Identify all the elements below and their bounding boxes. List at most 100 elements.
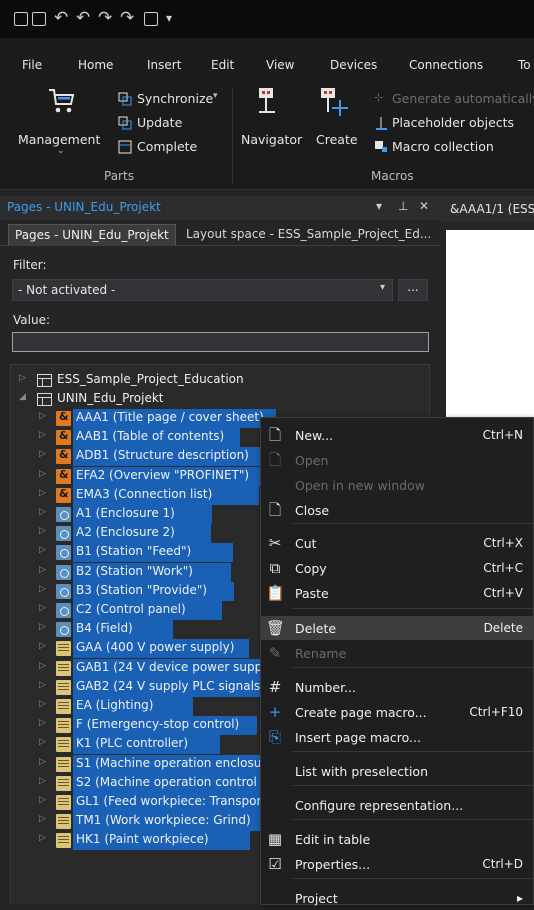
create-macro-button[interactable]: Create (310, 86, 360, 148)
synchronize-dropdown-icon[interactable]: ▾ (213, 91, 218, 101)
menu-view[interactable]: View (266, 58, 294, 72)
update-icon (118, 116, 132, 130)
tree-root-label: ESS_Sample_Project_Education (57, 372, 244, 386)
pin-icon[interactable]: ⊥ (398, 199, 408, 213)
expand-icon[interactable]: ▷ (39, 833, 46, 843)
menu-item-close[interactable]: 🗋 Close (261, 498, 534, 522)
navigator-button[interactable]: Navigator (238, 86, 302, 148)
page-label: EFA2 (Overview "PROFINET") (76, 467, 250, 482)
document-tab[interactable]: &AAA1/1 (ESS (440, 196, 534, 222)
filter-select[interactable]: - Not activated - ▾ (12, 279, 393, 301)
selection-highlight: GAB1 (24 V device power supp (73, 658, 283, 678)
menu-edit[interactable]: Edit (211, 58, 234, 72)
expand-icon[interactable]: ▷ (39, 545, 46, 555)
menu-home[interactable]: Home (78, 58, 113, 72)
filter-more-button[interactable]: ... (398, 279, 428, 301)
tree-root-ess[interactable]: ▷ ESS_Sample_Project_Education (11, 371, 429, 390)
expand-icon[interactable]: ▷ (39, 757, 46, 767)
menu-item-copy[interactable]: ⧉ Copy Ctrl+C (261, 556, 534, 580)
menu-item-insert-page-macro[interactable]: ⎘ Insert page macro... (261, 725, 534, 749)
expand-icon[interactable]: ▷ (39, 737, 46, 747)
page-type-icon (56, 756, 71, 772)
expand-icon[interactable]: ▷ (39, 603, 46, 613)
menu-item-cut[interactable]: ✂ Cut Ctrl+X (261, 531, 534, 555)
value-label: Value: (13, 313, 50, 327)
quick-access-toolbar: ↶ ↶ ↷ ↷ ▾ (0, 0, 534, 38)
undo-icon[interactable]: ↶ (54, 7, 68, 29)
menu-item-delete[interactable]: 🗑 Delete Delete (261, 616, 534, 640)
tree-root-unin[interactable]: ◢ UNIN_Edu_Projekt (11, 390, 429, 409)
open-page-icon[interactable] (32, 12, 46, 26)
page-type-icon (56, 507, 71, 522)
expand-icon[interactable]: ▷ (39, 584, 46, 594)
expand-icon[interactable]: ▷ (39, 469, 46, 479)
tab-layout-space[interactable]: Layout space - ESS_Sample_Project_Ed... (180, 224, 437, 246)
management-button[interactable]: Management ⌄ (18, 86, 108, 166)
generate-icon: ⊹ (374, 91, 384, 104)
customize-arrow-icon[interactable]: ▾ (166, 7, 172, 29)
menu-connections[interactable]: Connections (409, 58, 483, 72)
expand-icon[interactable]: ▷ (39, 622, 46, 632)
expand-icon[interactable]: ▷ (39, 526, 46, 536)
expand-icon[interactable]: ▷ (39, 699, 46, 709)
expand-icon[interactable]: ▷ (39, 776, 46, 786)
menu-item-number[interactable]: # Number... (261, 675, 534, 699)
selection-highlight: K1 (PLC controller) (73, 735, 220, 755)
copy-icon: ⧉ (269, 559, 281, 577)
expand-icon[interactable]: ▷ (39, 488, 46, 498)
page-label: GAA (400 V power supply) (76, 640, 235, 655)
undo-step-icon[interactable]: ↶ (76, 7, 90, 29)
page-label: F (Emergency-stop control) (76, 717, 240, 732)
page-type-icon (56, 564, 71, 580)
placeholder-objects-button[interactable]: Placeholder objects (392, 115, 514, 130)
menu-item-shortcut: Ctrl+N (482, 428, 523, 442)
macro-collection-button[interactable]: Macro collection (392, 139, 494, 154)
close-icon[interactable]: ✕ (419, 199, 429, 213)
update-button[interactable]: Update (137, 115, 182, 130)
expand-icon[interactable]: ▷ (19, 373, 26, 383)
new-page-icon[interactable] (14, 12, 28, 26)
format-icon[interactable] (144, 12, 158, 26)
expand-icon[interactable]: ▷ (39, 565, 46, 575)
expand-icon[interactable]: ▷ (39, 430, 46, 440)
synchronize-button[interactable]: Synchronize (137, 91, 213, 106)
ribbon: Management ⌄ Synchronize ▾ Update Comple… (0, 82, 534, 190)
complete-button[interactable]: Complete (137, 139, 197, 154)
menu-item-properties[interactable]: ☑ Properties... Ctrl+D (261, 852, 534, 876)
menu-insert[interactable]: Insert (147, 58, 181, 72)
menu-item-configure-representation[interactable]: Configure representation... (261, 793, 534, 817)
page-type-icon (56, 660, 71, 676)
menu-item-project[interactable]: Project ▸ (261, 886, 534, 910)
expand-icon[interactable]: ▷ (39, 795, 46, 805)
menu-devices[interactable]: Devices (330, 58, 377, 72)
menu-item-new[interactable]: 🗋 New... Ctrl+N (261, 423, 534, 447)
expand-icon[interactable]: ▷ (39, 507, 46, 517)
menu-item-open: 🗋 Open (261, 448, 534, 472)
expand-icon[interactable]: ▷ (39, 641, 46, 651)
tab-pages[interactable]: Pages - UNIN_Edu_Projekt (8, 224, 176, 246)
collapse-icon[interactable]: ◢ (19, 392, 26, 402)
redo-icon[interactable]: ↷ (98, 7, 112, 29)
submenu-arrow-icon: ▸ (516, 891, 523, 905)
menu-item-paste[interactable]: 📋 Paste Ctrl+V (261, 581, 534, 605)
page-label: GL1 (Feed workpiece: Transpor (76, 794, 262, 808)
expand-icon[interactable]: ▷ (39, 718, 46, 728)
expand-icon[interactable]: ▷ (39, 661, 46, 671)
menu-item-create-page-macro[interactable]: + Create page macro... Ctrl+F10 (261, 700, 534, 724)
generate-automatically-button[interactable]: Generate automatically (392, 91, 534, 106)
panel-dropdown-icon[interactable]: ▾ (376, 199, 382, 213)
expand-icon[interactable]: ▷ (39, 411, 46, 421)
redo-step-icon[interactable]: ↷ (120, 7, 134, 29)
menu-item-edit-in-table[interactable]: ▦ Edit in table (261, 827, 534, 851)
page-label: ADB1 (Structure description) (76, 448, 249, 463)
expand-icon[interactable]: ▷ (39, 449, 46, 459)
menu-tools[interactable]: To (518, 58, 531, 72)
menu-item-list-with-preselection[interactable]: List with preselection (261, 759, 534, 783)
expand-icon[interactable]: ▷ (39, 814, 46, 824)
value-input[interactable] (12, 332, 429, 352)
menu-file[interactable]: File (22, 58, 42, 72)
expand-icon[interactable]: ▷ (39, 680, 46, 690)
selection-highlight: S1 (Machine operation enclosu (73, 754, 283, 774)
selection-highlight: GAB2 (24 V supply PLC signals (73, 677, 283, 697)
menu-item-label: Create page macro... (295, 705, 427, 720)
